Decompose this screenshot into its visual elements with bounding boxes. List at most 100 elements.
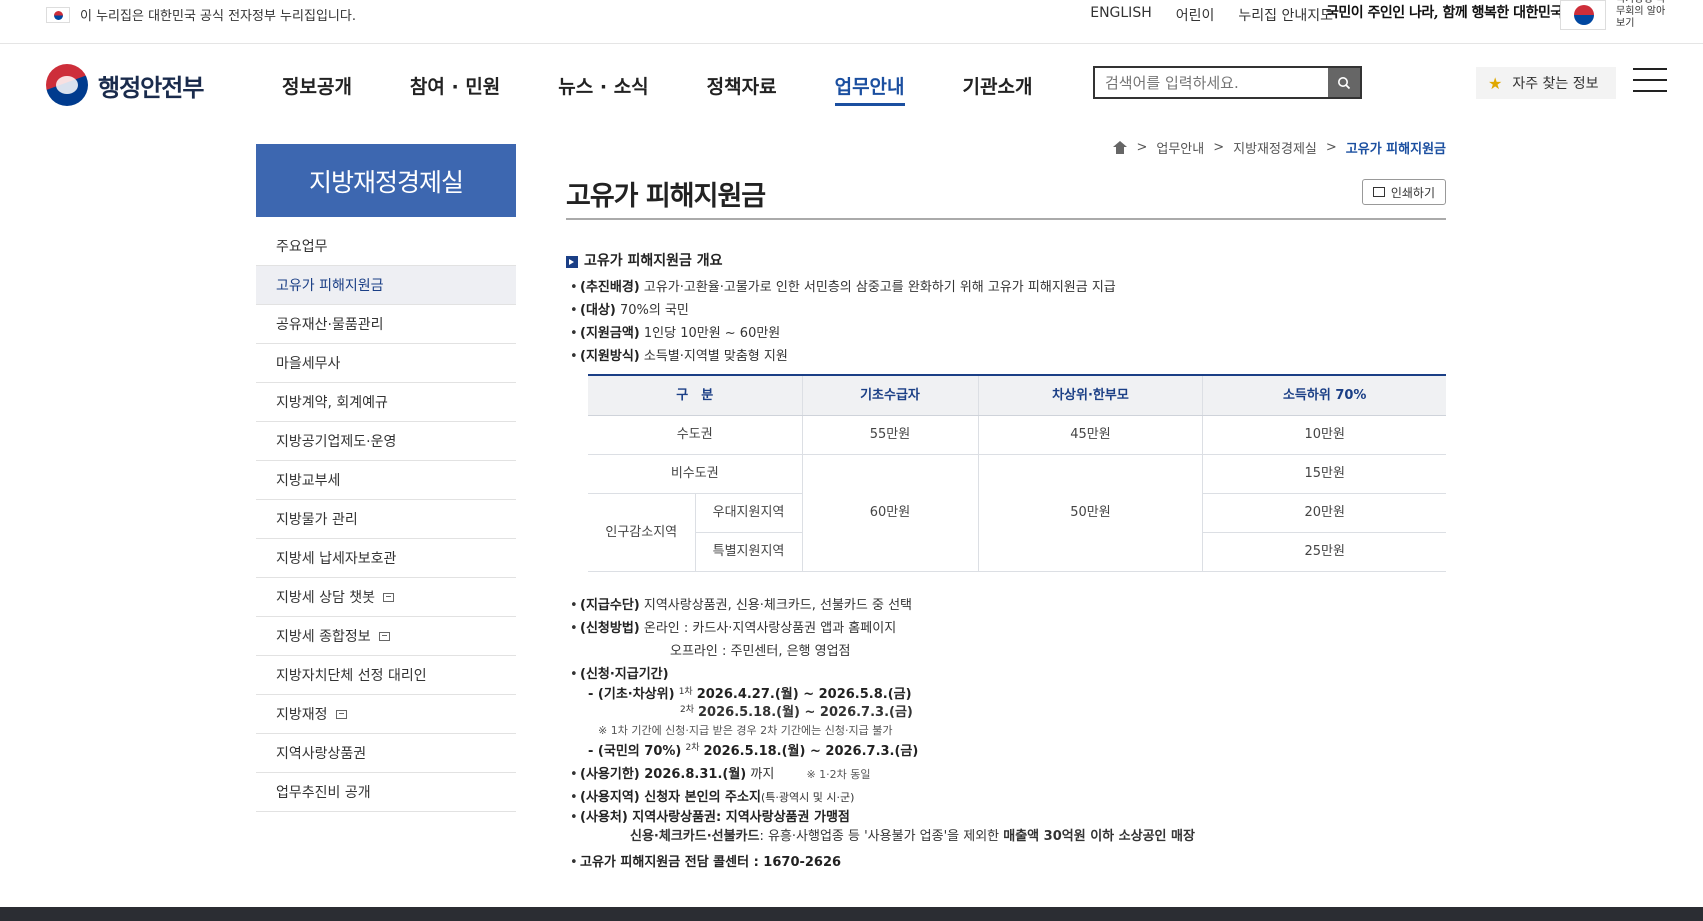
table-header: 차상위·한부모: [977, 374, 1203, 416]
list-subitem: - (기초·차상위) 1차 2026.4.27.(월) ~ 2026.5.8.(금…: [588, 686, 912, 702]
side-menu-item[interactable]: 지역사랑상품권: [256, 734, 516, 773]
table-cell: 10만원: [1202, 415, 1446, 455]
side-menu-list: 주요업무고유가 피해지원금공유재산·물품관리마을세무사지방계약, 회계예규지방공…: [256, 227, 516, 812]
side-menu-item-label: 지역사랑상품권: [276, 746, 367, 762]
frequent-info-button[interactable]: ★ 자주 찾는 정보: [1476, 67, 1616, 99]
side-menu-item-label: 지방자치단체 선정 대리인: [276, 668, 427, 684]
table-cell: 45만원: [977, 415, 1203, 455]
table-cell: 15만원: [1202, 454, 1446, 494]
table-cell: 55만원: [801, 415, 978, 455]
nav-policy[interactable]: 정책자료: [707, 72, 777, 106]
side-menu-item[interactable]: 업무추진비 공개: [256, 773, 516, 812]
national-symbol-link[interactable]: 국가상징 국무회의 알아보기: [1616, 0, 1666, 30]
side-menu-item-label: 지방계약, 회계예규: [276, 395, 388, 411]
link-kids[interactable]: 어린이: [1176, 5, 1215, 25]
side-menu-item-label: 지방세 납세자보호관: [276, 551, 397, 567]
gov-slogan: 국민이 주인인 나라, 함께 행복한 대한민국: [1326, 5, 1563, 21]
side-menu-item-label: 지방교부세: [276, 473, 341, 489]
note: ※ 1차 기간에 신청·지급 받은 경우 2차 기간에는 신청·지급 불가: [598, 723, 893, 737]
list-item: (대상) 70%의 국민: [566, 299, 1446, 322]
table-header: 소득하위 70%: [1202, 374, 1446, 416]
search-button[interactable]: [1328, 68, 1360, 97]
printer-icon: [1372, 187, 1385, 197]
search-box: [1093, 66, 1362, 99]
logo-text: 행정안전부: [98, 73, 204, 102]
side-menu-item[interactable]: 지방계약, 회계예규: [256, 383, 516, 422]
side-menu-item[interactable]: 지방세 종합정보: [256, 617, 516, 656]
taegukgi-icon: [46, 6, 70, 23]
list-subitem: - (국민의 70%) 2차 2026.5.18.(월) ~ 2026.7.3.(…: [588, 742, 919, 759]
side-menu-item-label: 공유재산·물품관리: [276, 317, 384, 333]
side-menu-item[interactable]: 주요업무: [256, 227, 516, 266]
side-menu-item[interactable]: 지방자치단체 선정 대리인: [256, 656, 516, 695]
breadcrumb-current[interactable]: 고유가 피해지원금: [1346, 138, 1446, 157]
print-button[interactable]: 인쇄하기: [1361, 179, 1446, 205]
section-heading: 고유가 피해지원금 개요: [566, 250, 1446, 273]
breadcrumb-item[interactable]: 업무안내: [1156, 138, 1204, 157]
site-logo[interactable]: 행정안전부: [46, 64, 204, 106]
nav-about[interactable]: 기관소개: [963, 72, 1033, 106]
side-menu-item[interactable]: 지방재정: [256, 695, 516, 734]
side-menu-item-label: 마을세무사: [276, 356, 341, 372]
table-row: 수도권 55만원 45만원 10만원: [588, 415, 1446, 455]
frequent-info-label: 자주 찾는 정보: [1512, 76, 1599, 92]
list-item: (지원방식) 소득별·지역별 맞춤형 지원: [566, 345, 1446, 368]
nav-business-guide[interactable]: 업무안내: [834, 72, 905, 106]
new-window-icon: [378, 631, 390, 641]
side-menu-item[interactable]: 지방세 상담 챗봇: [256, 578, 516, 617]
side-menu-item[interactable]: 지방교부세: [256, 461, 516, 500]
table-cell: 60만원: [801, 454, 978, 572]
side-menu-item[interactable]: 지방물가 관리: [256, 500, 516, 539]
table-cell: 비수도권: [588, 454, 802, 494]
link-sitemap[interactable]: 누리집 안내지도: [1238, 5, 1333, 25]
gov-notice[interactable]: 이 누리집은 대한민국 공식 전자정부 누리집입니다.: [46, 5, 356, 24]
menu-icon[interactable]: [1633, 68, 1667, 92]
side-menu-item[interactable]: 공유재산·물품관리: [256, 305, 516, 344]
nav-news[interactable]: 뉴스 · 소식: [558, 72, 648, 106]
list-item: (추진배경) 고유가·고환율·고물가로 인한 서민층의 삼중고를 완화하기 위해…: [566, 276, 1446, 299]
list-item: (사용처) 지역사랑상품권: 지역사랑상품권 가맹점: [566, 809, 1446, 827]
list-subitem: 신용·체크카드·선불카드: 유흥·사행업종 등 '사용불가 업종'을 제외한 매…: [630, 828, 1195, 844]
side-menu-item[interactable]: 마을세무사: [256, 344, 516, 383]
list-subitem: 2차 2026.5.18.(월) ~ 2026.7.3.(금): [680, 704, 913, 720]
table-cell: 50만원: [977, 454, 1203, 572]
list-item: (사용지역) 신청자 본인의 주소지(특·광역시 및 시·군): [566, 786, 1446, 809]
support-amount-table: 구 분 기초수급자 차상위·한부모 소득하위 70% 수도권 55만원 45만원…: [588, 374, 1446, 572]
side-menu: 지방재정경제실 주요업무 고유가 피해지원금 공유재산·물품관리 마을세무사 지방계약,…: [256, 144, 516, 812]
list-item: (지급수단) 지역사랑상품권, 신용·체크카드, 선불카드 중 선택: [566, 594, 1446, 617]
national-flag-icon[interactable]: [1560, 0, 1606, 30]
page-title: 고유가 피해지원금: [566, 181, 766, 212]
side-menu-item-label: 지방재정: [276, 707, 328, 723]
side-menu-item[interactable]: 지방세 납세자보호관: [256, 539, 516, 578]
new-window-icon: [383, 592, 395, 602]
home-icon[interactable]: [1113, 141, 1128, 154]
search-icon: [1338, 76, 1351, 89]
gov-notice-text: 이 누리집은 대한민국 공식 전자정부 누리집입니다.: [80, 9, 356, 24]
side-menu-item-label: 업무추진비 공개: [276, 785, 371, 801]
footer-bar: [0, 907, 1703, 921]
top-utility-bar: 이 누리집은 대한민국 공식 전자정부 누리집입니다. ENGLISH 어린이 …: [0, 0, 1703, 44]
table-row: 비수도권 60만원 50만원 15만원: [588, 454, 1446, 572]
main-nav: 정보공개 참여 · 민원 뉴스 · 소식 정책자료 업무안내 기관소개: [282, 72, 1090, 106]
table-header: 구 분: [588, 374, 802, 416]
side-menu-item[interactable]: 지방공기업제도·운영: [256, 422, 516, 461]
search-input[interactable]: [1095, 68, 1328, 97]
side-menu-item-label: 지방공기업제도·운영: [276, 434, 397, 450]
nav-info-disclosure[interactable]: 정보공개: [282, 72, 352, 106]
star-icon: ★: [1488, 73, 1503, 93]
utility-links: ENGLISH 어린이 누리집 안내지도: [1090, 5, 1333, 25]
content-body: 고유가 피해지원금 개요 (추진배경) 고유가·고환율·고물가로 인한 서민층의…: [566, 250, 1446, 874]
breadcrumb: > 업무안내 > 지방재정경제실 > 고유가 피해지원금: [1113, 138, 1446, 157]
link-english[interactable]: ENGLISH: [1090, 5, 1152, 25]
side-menu-item-label: 고유가 피해지원금: [276, 278, 384, 294]
breadcrumb-sep: >: [1136, 140, 1148, 155]
details-list: (지급수단) 지역사랑상품권, 신용·체크카드, 선불카드 중 선택 (신청방법…: [566, 594, 1446, 874]
table-cell: 수도권: [588, 415, 802, 455]
list-item: 고유가 피해지원금 전담 콜센터 : 1670-2626: [566, 851, 1446, 874]
side-menu-item[interactable]: 고유가 피해지원금: [256, 266, 516, 305]
list-item: (신청방법) 온라인 : 카드사·지역사랑상품권 앱과 홈페이지: [566, 617, 1446, 640]
breadcrumb-item[interactable]: 지방재정경제실: [1233, 138, 1317, 157]
side-menu-item-label: 주요업무: [276, 239, 328, 255]
nav-participation[interactable]: 참여 · 민원: [410, 72, 500, 106]
list-item: (사용기한) 2026.8.31.(월) 까지 ※ 1·2차 동일: [566, 763, 1446, 786]
